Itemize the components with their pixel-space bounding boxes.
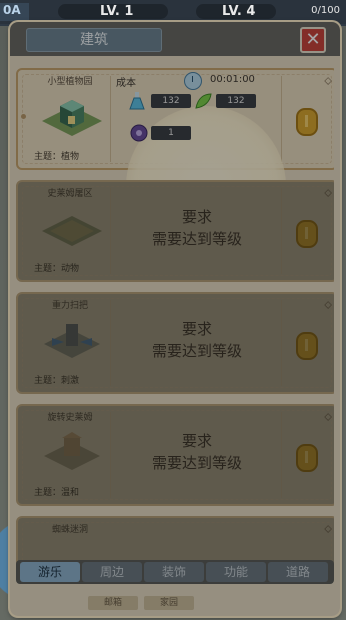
info-icon[interactable]: ⬦	[324, 410, 332, 424]
info-icon[interactable]: ⬦	[324, 522, 332, 536]
level-a: LV. 1	[100, 4, 134, 19]
info-icon[interactable]: ⬦	[324, 74, 332, 88]
clock-icon	[184, 72, 202, 90]
requirement-title: 要求	[181, 208, 212, 226]
carousel-icon	[42, 428, 102, 472]
requirement-text: 要求 需要达到等级	[114, 318, 280, 362]
panel-title: 建筑	[26, 28, 162, 52]
ride-icon	[42, 316, 102, 360]
requirement-detail: 需要达到等级	[151, 454, 242, 472]
requirement-text: 要求 需要达到等级	[114, 206, 280, 250]
level-b: LV. 4	[222, 4, 256, 19]
tab-function[interactable]: 功能	[206, 562, 266, 582]
player-badge: 0A	[0, 3, 29, 21]
tab-decoration[interactable]: 装饰	[144, 562, 204, 582]
divider	[281, 412, 282, 498]
home-tab[interactable]: 家园	[144, 596, 194, 610]
card-pin	[21, 114, 26, 119]
build-time: 00:01:00	[210, 74, 255, 85]
resource-flask-value: 132	[151, 94, 191, 108]
requirement-text: 要求 需要达到等级	[114, 430, 280, 474]
divider	[281, 188, 282, 274]
flask-icon	[129, 92, 145, 110]
divider	[110, 412, 111, 498]
requirement-title: 要求	[181, 432, 212, 450]
category-tabs: 游乐 周边 装饰 功能 道路	[16, 560, 334, 584]
gem-icon	[130, 124, 148, 142]
greenhouse-icon	[42, 92, 102, 136]
building-card-gravity-broom[interactable]: 重力扫把 主题：刺激 要求 需要达到等级 ⬦	[16, 292, 334, 394]
building-name: 蜘蛛迷洞	[51, 525, 88, 535]
info-icon[interactable]: ⬦	[324, 186, 332, 200]
building-card-spin-slime[interactable]: 旋转史莱姆 主题：温和 要求 需要达到等级 ⬦	[16, 404, 334, 506]
building-name: 重力扫把	[51, 301, 88, 311]
close-icon: ✕	[305, 29, 321, 50]
building-panel: 建筑 ✕ 小型植物园 主题：植物 成本 00:01:00 132 132 1 ⬦…	[10, 22, 340, 616]
requirement-detail: 需要达到等级	[151, 230, 242, 248]
divider	[281, 300, 282, 386]
coin-button[interactable]	[296, 108, 318, 136]
panel-header: 建筑 ✕	[10, 22, 340, 56]
requirement-title: 要求	[181, 320, 212, 338]
footer-bar: 邮箱 家园	[16, 592, 334, 612]
coin-button[interactable]	[296, 444, 318, 472]
building-card-slime-pen[interactable]: 史莱姆屠区 主题：动物 要求 需要达到等级 ⬦	[16, 180, 334, 282]
divider	[281, 76, 282, 162]
tab-peripheral[interactable]: 周边	[82, 562, 142, 582]
mailbox-tab[interactable]: 邮箱	[88, 596, 138, 610]
top-bar: 0A LV. 1 LV. 4 0/100	[0, 0, 346, 24]
building-theme: 主题：动物	[34, 264, 80, 274]
resource-leaf-value: 132	[216, 94, 256, 108]
tab-road[interactable]: 道路	[268, 562, 328, 582]
building-theme: 主题：植物	[34, 152, 80, 162]
building-name: 小型植物园	[47, 77, 93, 87]
building-name: 史莱姆屠区	[47, 189, 93, 199]
resource-gem-value: 1	[151, 126, 191, 140]
tab-rides[interactable]: 游乐	[20, 562, 80, 582]
leaf-icon	[195, 93, 212, 109]
info-icon[interactable]: ⬦	[324, 298, 332, 312]
building-card-botanic[interactable]: 小型植物园 主题：植物 成本 00:01:00 132 132 1 ⬦	[16, 68, 334, 266]
fence-pen-icon	[42, 204, 102, 248]
building-theme: 主题：刺激	[34, 376, 80, 386]
divider	[110, 76, 111, 162]
building-name: 旋转史莱姆	[47, 413, 93, 423]
cost-label: 成本	[116, 78, 136, 89]
requirement-detail: 需要达到等级	[151, 342, 242, 360]
coin-button[interactable]	[296, 220, 318, 248]
coin-button[interactable]	[296, 332, 318, 360]
capacity-count: 0/100	[311, 5, 340, 16]
divider	[110, 188, 111, 274]
close-button[interactable]: ✕	[300, 27, 326, 53]
building-theme: 主题：温和	[34, 488, 80, 498]
building-list[interactable]: 小型植物园 主题：植物 成本 00:01:00 132 132 1 ⬦ 史莱姆屠…	[16, 68, 334, 568]
divider	[110, 300, 111, 386]
